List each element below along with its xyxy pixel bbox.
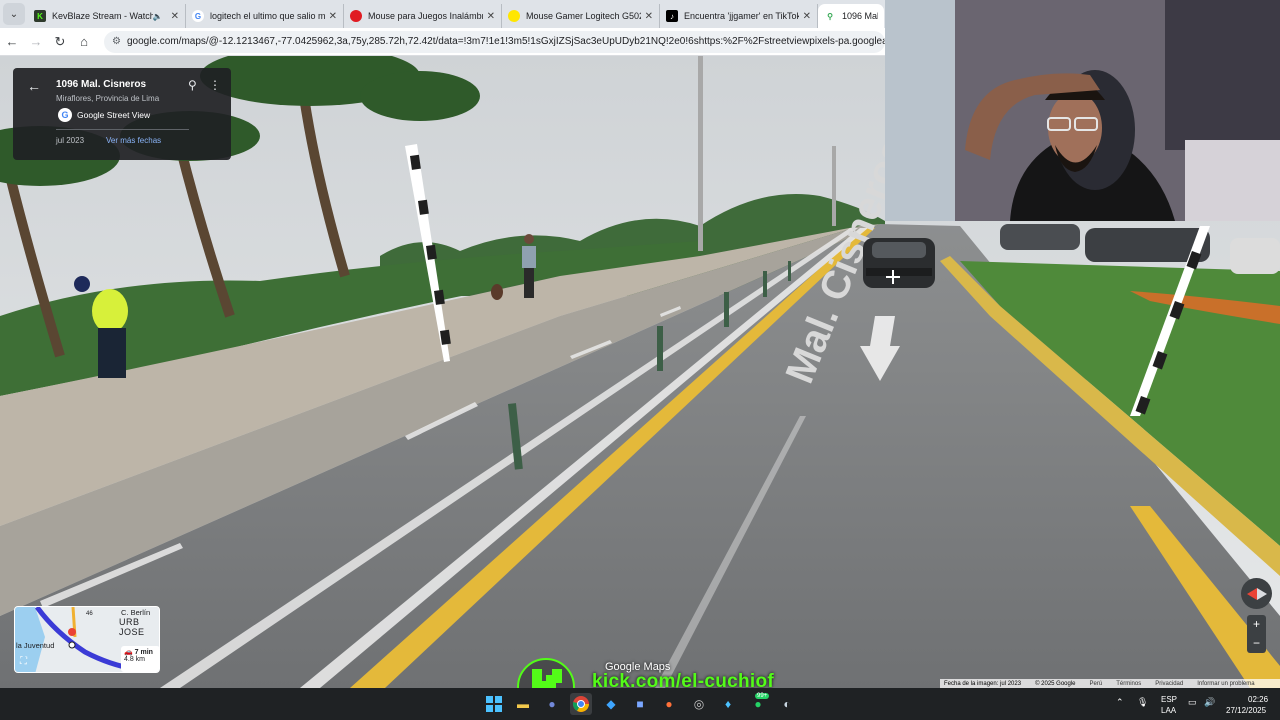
more-options-icon[interactable]: ⋮ xyxy=(209,78,221,92)
tab-title: 1096 Mal. Ci xyxy=(842,11,878,21)
python-icon[interactable]: ♦ xyxy=(717,693,739,715)
map-label-street: C. Berlín xyxy=(121,608,151,617)
kick-favicon-icon: K xyxy=(34,10,46,22)
zoom-in-button[interactable]: + xyxy=(1247,615,1266,634)
google-favicon-icon: G xyxy=(192,10,204,22)
webcam-image xyxy=(885,0,1280,221)
expand-icon[interactable]: ⛶ xyxy=(20,656,27,667)
car xyxy=(863,238,935,288)
more-dates-link[interactable]: Ver más fechas xyxy=(106,136,161,145)
map-label-park: la Juventud xyxy=(16,641,55,650)
tab-title: Encuentra 'jjgamer' en TikTok | xyxy=(684,11,799,21)
capture-date: jul 2023 xyxy=(56,136,85,145)
tab-title: Mouse para Juegos Inalámbric xyxy=(368,11,483,21)
close-tab-icon[interactable]: ✕ xyxy=(171,11,179,22)
discord-icon[interactable]: ● xyxy=(541,693,563,715)
app-icon[interactable]: ■ xyxy=(629,693,651,715)
chevron-down-icon: ⌄ xyxy=(9,8,19,20)
service-label: Google Street View xyxy=(77,110,151,120)
tab-kevblaze[interactable]: K KevBlaze Stream - Watch Li 🔈 ✕ xyxy=(28,4,186,28)
minimap[interactable]: C. Berlín URB JOSE 46 la Juventud 🚗 7 mi… xyxy=(14,606,160,673)
street-view-service: G Google Street View xyxy=(58,108,150,122)
google-logo-icon: G xyxy=(58,108,72,122)
car-icon: 🚗 xyxy=(124,649,133,656)
zoom-control: + − xyxy=(1247,615,1266,653)
tab-mouse-gamer[interactable]: Mouse Gamer Logitech G502 X ✕ xyxy=(502,4,660,28)
compass-button[interactable] xyxy=(1241,578,1272,609)
address-bar[interactable]: ⚙ google.com/maps/@-12.1213467,-77.04259… xyxy=(104,30,885,53)
country-link[interactable]: Perú xyxy=(1090,681,1103,687)
map-route-number: 46 xyxy=(86,611,93,617)
close-tab-icon[interactable]: ✕ xyxy=(487,11,495,22)
chevron-up-icon[interactable]: ⌃ xyxy=(1116,697,1124,708)
map-label-district: URB JOSE xyxy=(119,617,145,637)
mercadolibre-favicon-icon xyxy=(508,10,520,22)
zoom-out-button[interactable]: − xyxy=(1247,634,1266,653)
language-top[interactable]: ESP xyxy=(1161,695,1177,704)
store-favicon-icon xyxy=(350,10,362,22)
place-subtitle: Miraflores, Provincia de Lima xyxy=(56,94,160,103)
eta-distance: 4.8 km xyxy=(124,656,146,663)
obs-icon[interactable]: ◎ xyxy=(688,693,710,715)
tab-logitech-search[interactable]: G logitech el ultimo que salio m ✕ xyxy=(186,4,344,28)
copyright: © 2025 Google xyxy=(1035,681,1076,687)
clock-date[interactable]: 27/12/2025 xyxy=(1226,706,1266,715)
home-icon[interactable]: ⌂ xyxy=(72,30,96,54)
network-icon[interactable]: ▭ xyxy=(1188,697,1197,708)
back-arrow-icon[interactable]: ← xyxy=(0,30,24,54)
site-info-icon[interactable]: ⚙ xyxy=(112,36,121,47)
tab-title: KevBlaze Stream - Watch Li xyxy=(52,11,153,21)
tab-title: logitech el ultimo que salio m xyxy=(210,11,325,21)
maps-pin-favicon-icon: ⚲ xyxy=(824,10,836,22)
chrome-icon[interactable] xyxy=(570,693,592,715)
location-pin-icon[interactable]: ⚲ xyxy=(188,78,197,92)
privacy-link[interactable]: Privacidad xyxy=(1155,681,1183,687)
file-explorer-icon[interactable]: ▬ xyxy=(512,693,534,715)
compass-needle-icon xyxy=(1246,587,1267,600)
language-bottom[interactable]: LAA xyxy=(1161,706,1176,715)
forward-arrow-icon[interactable]: → xyxy=(24,30,48,54)
browser-toolbar: ← → ↻ ⌂ ⚙ google.com/maps/@-12.1213467,-… xyxy=(0,28,885,56)
volume-icon[interactable]: 🔊 xyxy=(1204,697,1215,708)
tab-google-maps[interactable]: ⚲ 1096 Mal. Ci xyxy=(818,4,884,28)
firefox-icon[interactable]: ● xyxy=(658,693,680,715)
screen: Mal. Cisneros ⌄ K KevBlaze Stream - Watc… xyxy=(0,0,1280,720)
eta-box[interactable]: 🚗 7 min 4.8 km xyxy=(121,646,159,672)
vscode-icon[interactable]: ◆ xyxy=(600,693,622,715)
close-tab-icon[interactable]: ✕ xyxy=(329,11,337,22)
close-tab-icon[interactable]: ✕ xyxy=(645,11,653,22)
tab-search-button[interactable]: ⌄ xyxy=(3,3,25,25)
clock-time[interactable]: 02:26 xyxy=(1248,695,1268,704)
steam-icon[interactable]: ◐ xyxy=(776,693,798,715)
close-tab-icon[interactable]: ✕ xyxy=(803,11,811,22)
speaker-icon[interactable]: 🔈 xyxy=(153,12,163,21)
windows-start-icon[interactable] xyxy=(483,693,505,715)
url-text: google.com/maps/@-12.1213467,-77.0425962… xyxy=(126,36,885,47)
webcam-overlay xyxy=(885,0,1280,221)
back-arrow-icon[interactable]: ← xyxy=(27,78,41,94)
tab-mouse-juegos[interactable]: Mouse para Juegos Inalámbric ✕ xyxy=(344,4,502,28)
image-date: Fecha de la imagen: jul 2023 xyxy=(944,681,1022,687)
divider xyxy=(56,129,189,130)
tab-title: Mouse Gamer Logitech G502 X xyxy=(526,11,641,21)
notification-badge: 99+ xyxy=(755,693,770,699)
reload-icon[interactable]: ↻ xyxy=(48,30,72,54)
place-title: 1096 Mal. Cisneros xyxy=(56,79,147,90)
street-view-info-card: ← 1096 Mal. Cisneros Miraflores, Provinc… xyxy=(13,68,231,160)
tiktok-favicon-icon: ♪ xyxy=(666,10,678,22)
microphone-icon[interactable]: 🎙 xyxy=(1137,697,1148,708)
terms-link[interactable]: Términos xyxy=(1116,681,1141,687)
report-problem-link[interactable]: Informar un problema xyxy=(1197,681,1254,687)
eta-time: 7 min xyxy=(134,649,153,656)
tab-tiktok[interactable]: ♪ Encuentra 'jjgamer' en TikTok | ✕ xyxy=(660,4,818,28)
tab-strip: ⌄ K KevBlaze Stream - Watch Li 🔈 ✕ G log… xyxy=(0,0,885,28)
